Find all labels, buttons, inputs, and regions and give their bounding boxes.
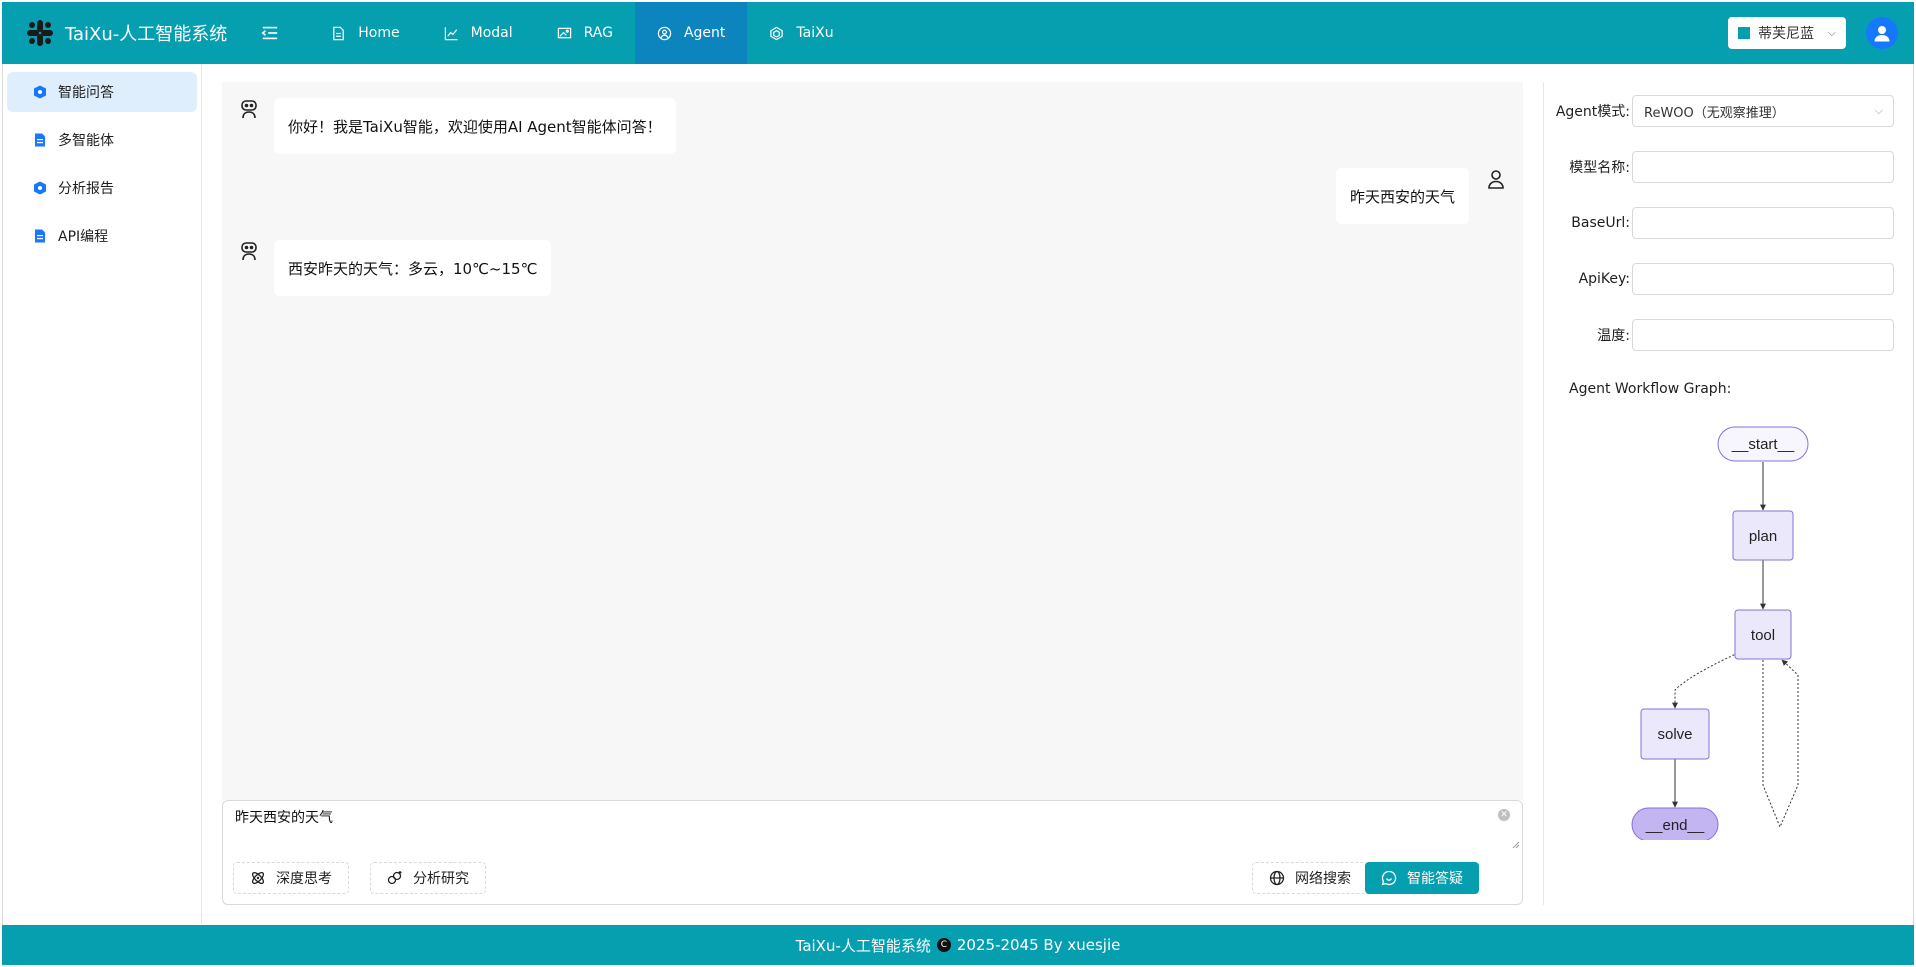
message-bubble: 你好！我是TaiXu智能，欢迎使用AI Agent智能体问答！ xyxy=(274,98,676,154)
nav-rag-label: RAG xyxy=(583,25,613,41)
agent-mode-label: Agent模式: xyxy=(1555,104,1630,120)
footer-app-name: TaiXu-人工智能系统 xyxy=(795,936,931,955)
theme-label: 蒂芙尼蓝 xyxy=(1758,26,1814,42)
web-search-label: 网络搜索 xyxy=(1295,871,1351,887)
analysis-label: 分析研究 xyxy=(413,871,469,887)
agent-mode-row: Agent模式: ReWOO（无观察推理） ⌵ xyxy=(1548,95,1894,127)
temperature-row: 温度: xyxy=(1548,319,1894,351)
sidebar-item-label: API编程 xyxy=(58,229,109,245)
model-name-row: 模型名称: xyxy=(1548,151,1894,183)
api-key-label: ApiKey: xyxy=(1578,271,1630,287)
user-outline-icon xyxy=(1488,170,1504,189)
theme-swatch xyxy=(1738,27,1750,39)
copyright-icon: C xyxy=(936,938,951,952)
bot-message: 你好！我是TaiXu智能，欢迎使用AI Agent智能体问答！ xyxy=(238,98,676,154)
node-end-label: __end__ xyxy=(1645,817,1705,834)
atom-icon xyxy=(251,871,265,885)
nav-agent[interactable]: Agent xyxy=(634,2,748,64)
chat-bubble-icon xyxy=(1381,870,1397,886)
bot-message: 西安昨天的天气：多云，10℃~15℃ xyxy=(238,240,552,296)
robot-icon xyxy=(241,242,257,261)
shield-icon xyxy=(34,85,46,99)
base-url-row: BaseUrl: xyxy=(1548,207,1894,239)
chat-input-value[interactable]: 昨天西安的天气 xyxy=(235,807,333,827)
globe-icon xyxy=(1269,870,1285,886)
nav-taixu[interactable]: TaiXu xyxy=(747,2,855,64)
node-solve-label: solve xyxy=(1657,726,1692,743)
top-nav: Home Modal RAG Agent TaiXu xyxy=(309,2,855,64)
submit-button[interactable]: 智能答疑 xyxy=(1365,862,1479,894)
node-start-label: __start__ xyxy=(1731,436,1795,453)
top-header: TaiXu-人工智能系统 Home Modal RAG Agent TaiXu … xyxy=(2,2,1914,64)
sidebar-item-qa[interactable]: 智能问答 xyxy=(7,72,197,112)
deep-think-label: 深度思考 xyxy=(276,871,332,887)
nav-taixu-label: TaiXu xyxy=(796,25,834,41)
image-icon xyxy=(557,27,571,38)
graph-title: Agent Workflow Graph: xyxy=(1569,381,1732,397)
chevron-down-icon: ⌵ xyxy=(1874,104,1883,117)
nav-modal[interactable]: Modal xyxy=(422,2,535,64)
submit-label: 智能答疑 xyxy=(1407,871,1463,887)
node-tool-label: tool xyxy=(1751,627,1775,644)
sidebar: 智能问答 多智能体 分析报告 API编程 xyxy=(3,64,202,924)
nav-modal-label: Modal xyxy=(470,25,513,41)
logo-icon xyxy=(27,20,53,46)
node-plan-label: plan xyxy=(1749,528,1777,545)
chat-input[interactable]: 昨天西安的天气 ✕ 深度思考 分析研究 网络搜索 智能答疑 xyxy=(222,800,1523,905)
chart-icon xyxy=(444,26,458,40)
sidebar-item-label: 智能问答 xyxy=(58,85,114,101)
agent-mode-value: ReWOO（无观察推理） xyxy=(1644,105,1785,121)
web-search-button[interactable]: 网络搜索 xyxy=(1252,862,1368,894)
analysis-button[interactable]: 分析研究 xyxy=(370,862,486,894)
nav-home[interactable]: Home xyxy=(309,2,421,64)
sidebar-item-api[interactable]: API编程 xyxy=(7,216,197,256)
edge-tool-loop xyxy=(1762,659,1799,829)
user-circle-icon xyxy=(657,26,672,40)
message-bubble: 昨天西安的天气 xyxy=(1335,168,1469,224)
analysis-icon xyxy=(387,871,402,885)
nav-agent-label: Agent xyxy=(683,25,726,41)
chevron-down-icon: ⌵ xyxy=(1827,26,1836,39)
resize-grip-icon[interactable] xyxy=(1511,840,1520,849)
hexagon-icon xyxy=(770,26,784,40)
shield-icon xyxy=(34,181,46,195)
user-message: 昨天西安的天气 xyxy=(1335,168,1507,224)
temperature-label: 温度: xyxy=(1597,328,1630,344)
agent-mode-select[interactable]: ReWOO（无观察推理） ⌵ xyxy=(1632,95,1894,127)
user-icon xyxy=(1874,26,1890,42)
model-name-input[interactable] xyxy=(1632,151,1894,183)
api-key-input[interactable] xyxy=(1632,263,1894,295)
model-name-label: 模型名称: xyxy=(1569,160,1630,176)
robot-icon xyxy=(241,100,257,119)
sidebar-item-report[interactable]: 分析报告 xyxy=(7,168,197,208)
footer: TaiXu-人工智能系统 C 2025-2045 By xuesjie xyxy=(2,925,1914,965)
clear-icon[interactable]: ✕ xyxy=(1498,809,1510,821)
app-title: TaiXu-人工智能系统 xyxy=(65,24,228,45)
nav-rag[interactable]: RAG xyxy=(535,2,635,64)
document-icon xyxy=(35,229,45,243)
workflow-graph: __start__ plan tool solve __end__ xyxy=(1631,426,1809,840)
base-url-input[interactable] xyxy=(1632,207,1894,239)
theme-select[interactable]: 蒂芙尼蓝 ⌵ xyxy=(1728,17,1846,49)
deep-think-button[interactable]: 深度思考 xyxy=(233,862,349,894)
message-bubble: 西安昨天的天气：多云，10℃~15℃ xyxy=(274,240,552,296)
base-url-label: BaseUrl: xyxy=(1571,215,1630,231)
sidebar-item-multi-agent[interactable]: 多智能体 xyxy=(7,120,197,160)
api-key-row: ApiKey: xyxy=(1548,263,1894,295)
app-logo[interactable]: TaiXu-人工智能系统 xyxy=(24,2,227,64)
user-avatar[interactable] xyxy=(1866,17,1898,49)
chat-panel[interactable]: 你好！我是TaiXu智能，欢迎使用AI Agent智能体问答！ 昨天西安的天气 … xyxy=(222,82,1523,800)
sidebar-item-label: 分析报告 xyxy=(58,181,114,197)
sidebar-item-label: 多智能体 xyxy=(58,133,114,149)
document-icon xyxy=(35,133,45,147)
temperature-input[interactable] xyxy=(1632,319,1894,351)
panel-divider xyxy=(1543,82,1544,905)
nav-home-label: Home xyxy=(358,25,400,41)
file-icon xyxy=(333,26,345,40)
edge-tool-solve xyxy=(1672,652,1739,709)
menu-fold-icon[interactable] xyxy=(259,22,281,44)
footer-copyright: 2025-2045 By xuesjie xyxy=(956,936,1121,954)
